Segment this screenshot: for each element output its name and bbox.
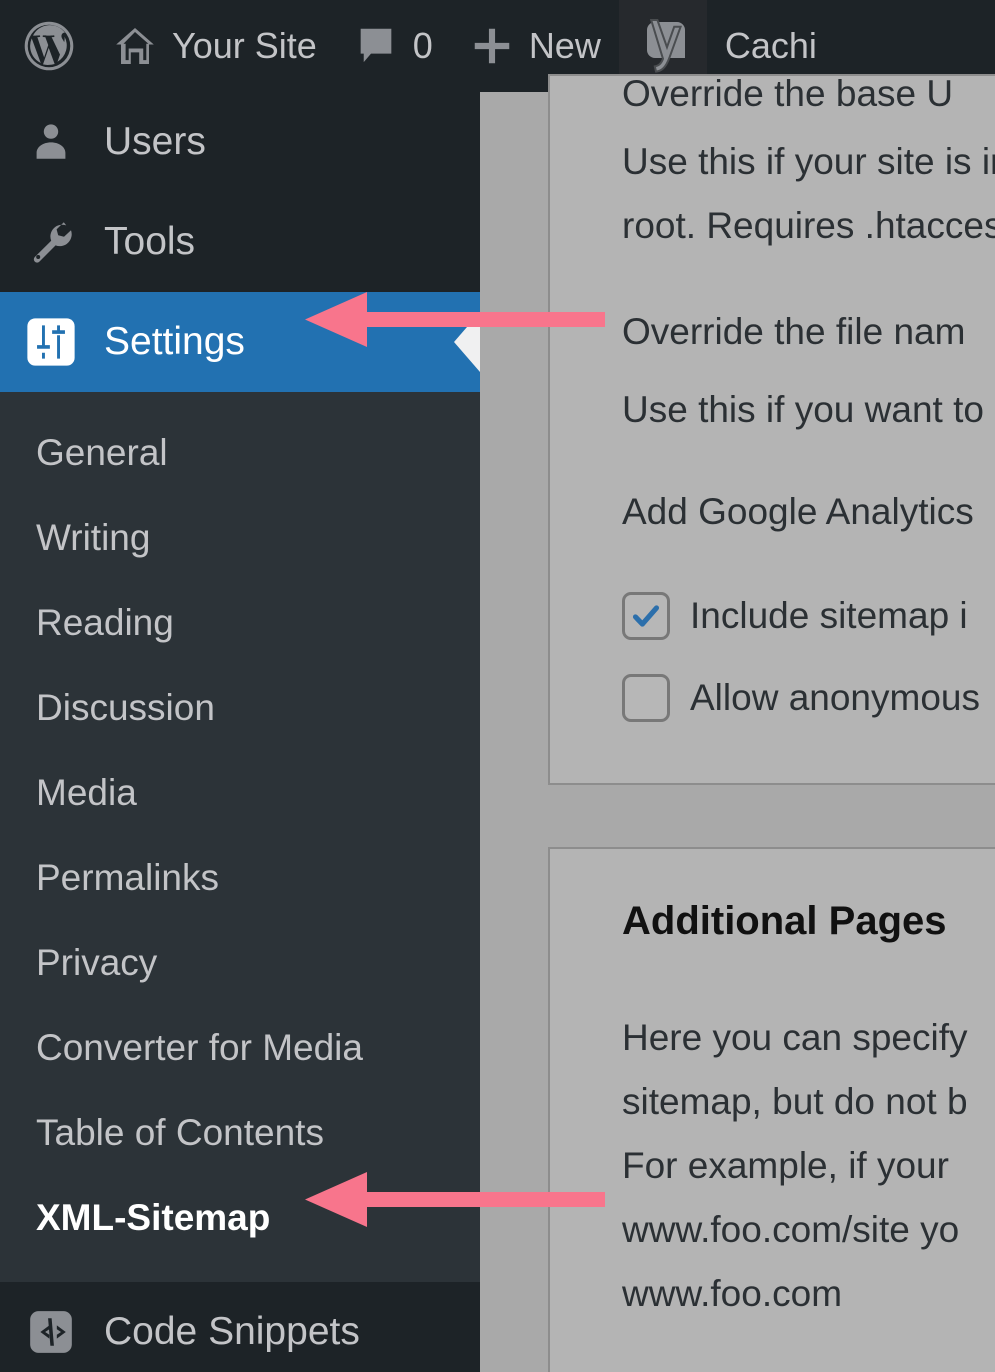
allow-anonymous-checkbox-row[interactable]: Allow anonymous: [622, 666, 995, 730]
additional-pages-line2: sitemap, but do not b: [622, 1070, 995, 1134]
comment-bubble-icon: [353, 23, 399, 69]
sidebar-item-xml-sitemap[interactable]: XML-Sitemap: [0, 1175, 480, 1260]
admin-menu-bottom-group: Code Snippets: [0, 1282, 480, 1372]
submenu-label: Discussion: [36, 687, 215, 729]
plus-icon: [469, 23, 515, 69]
submenu-label: General: [36, 432, 168, 474]
screen-root: Your Site 0 New: [0, 0, 995, 1372]
settings-sliders-icon: [24, 315, 78, 369]
sidebar-item-tools-label: Tools: [104, 220, 195, 264]
wrench-icon: [24, 218, 78, 266]
admin-bar-comments[interactable]: 0: [335, 0, 451, 92]
allow-anonymous-label: Allow anonymous: [690, 666, 980, 730]
sidebar-item-tools[interactable]: Tools: [0, 192, 480, 292]
additional-pages-line3: For example, if your: [622, 1134, 995, 1198]
additional-pages-heading: Additional Pages: [622, 899, 995, 944]
sidebar-item-code-snippets[interactable]: Code Snippets: [0, 1282, 480, 1372]
checkmark-icon: [628, 598, 664, 634]
include-sitemap-label: Include sitemap i: [690, 584, 968, 648]
admin-bar-caching-label: Cachi: [725, 25, 817, 67]
sidebar-item-reading[interactable]: Reading: [0, 580, 480, 665]
include-sitemap-checkbox[interactable]: [622, 592, 670, 640]
base-url-help-line1: Use this if your site is in: [622, 130, 995, 194]
code-brackets-icon: [24, 1307, 78, 1357]
sidebar-item-code-snippets-label: Code Snippets: [104, 1310, 360, 1354]
submenu-label: Reading: [36, 602, 174, 644]
sidebar-item-converter-for-media[interactable]: Converter for Media: [0, 1005, 480, 1090]
submenu-label: XML-Sitemap: [36, 1197, 270, 1239]
wordpress-logo-icon: [22, 19, 76, 73]
sidebar-item-media[interactable]: Media: [0, 750, 480, 835]
additional-pages-line5: www.foo.com: [622, 1262, 995, 1326]
submenu-label: Privacy: [36, 942, 157, 984]
sidebar-item-table-of-contents[interactable]: Table of Contents: [0, 1090, 480, 1175]
override-filename-help: Use this if you want to c: [622, 378, 995, 442]
submenu-label: Converter for Media: [36, 1027, 363, 1069]
submenu-label: Writing: [36, 517, 150, 559]
submenu-label: Media: [36, 772, 137, 814]
google-analytics-label: Add Google Analytics: [622, 480, 995, 544]
admin-menu-sidebar: Users Tools Settings G: [0, 92, 480, 1372]
additional-pages-line4: www.foo.com/site yo: [622, 1198, 995, 1262]
sidebar-item-discussion[interactable]: Discussion: [0, 665, 480, 750]
panel2-inner: Additional Pages Here you can specify si…: [550, 899, 995, 1372]
sidebar-item-writing[interactable]: Writing: [0, 495, 480, 580]
panel1-inner: Override the base U Use this if your sit…: [550, 62, 995, 730]
settings-content-area: Override the base U Use this if your sit…: [480, 92, 995, 1372]
sidebar-item-general[interactable]: General: [0, 410, 480, 495]
submenu-label: Table of Contents: [36, 1112, 324, 1154]
sitemap-options-panel: Override the base U Use this if your sit…: [548, 74, 995, 785]
home-icon: [112, 23, 158, 69]
allow-anonymous-checkbox[interactable]: [622, 674, 670, 722]
base-url-help-line2: root. Requires .htaccess: [622, 194, 995, 258]
settings-submenu: General Writing Reading Discussion Media…: [0, 392, 480, 1282]
sidebar-item-permalinks[interactable]: Permalinks: [0, 835, 480, 920]
admin-menu-top-group: Users Tools: [0, 92, 480, 292]
admin-bar-wordpress-logo[interactable]: [0, 0, 94, 92]
additional-pages-note: Note: If your site is i: [622, 1368, 995, 1372]
clipped-heading-text: Override the base U: [622, 62, 995, 114]
sidebar-item-privacy[interactable]: Privacy: [0, 920, 480, 1005]
active-menu-pointer: [454, 312, 480, 372]
sidebar-item-settings-label: Settings: [104, 320, 245, 364]
admin-bar-site-name-label: Your Site: [172, 25, 317, 67]
sidebar-item-settings[interactable]: Settings: [0, 292, 480, 392]
additional-pages-panel: Additional Pages Here you can specify si…: [548, 847, 995, 1372]
admin-bar-new-label: New: [529, 25, 601, 67]
admin-bar-comment-count: 0: [413, 25, 433, 67]
admin-bar-site-name[interactable]: Your Site: [94, 0, 335, 92]
submenu-label: Permalinks: [36, 857, 219, 899]
sidebar-item-users-label: Users: [104, 120, 206, 164]
sidebar-item-users[interactable]: Users: [0, 92, 480, 192]
additional-pages-line1: Here you can specify: [622, 1006, 995, 1070]
user-icon: [24, 118, 78, 166]
include-sitemap-checkbox-row[interactable]: Include sitemap i: [622, 584, 995, 648]
override-filename-label: Override the file nam: [622, 300, 995, 364]
